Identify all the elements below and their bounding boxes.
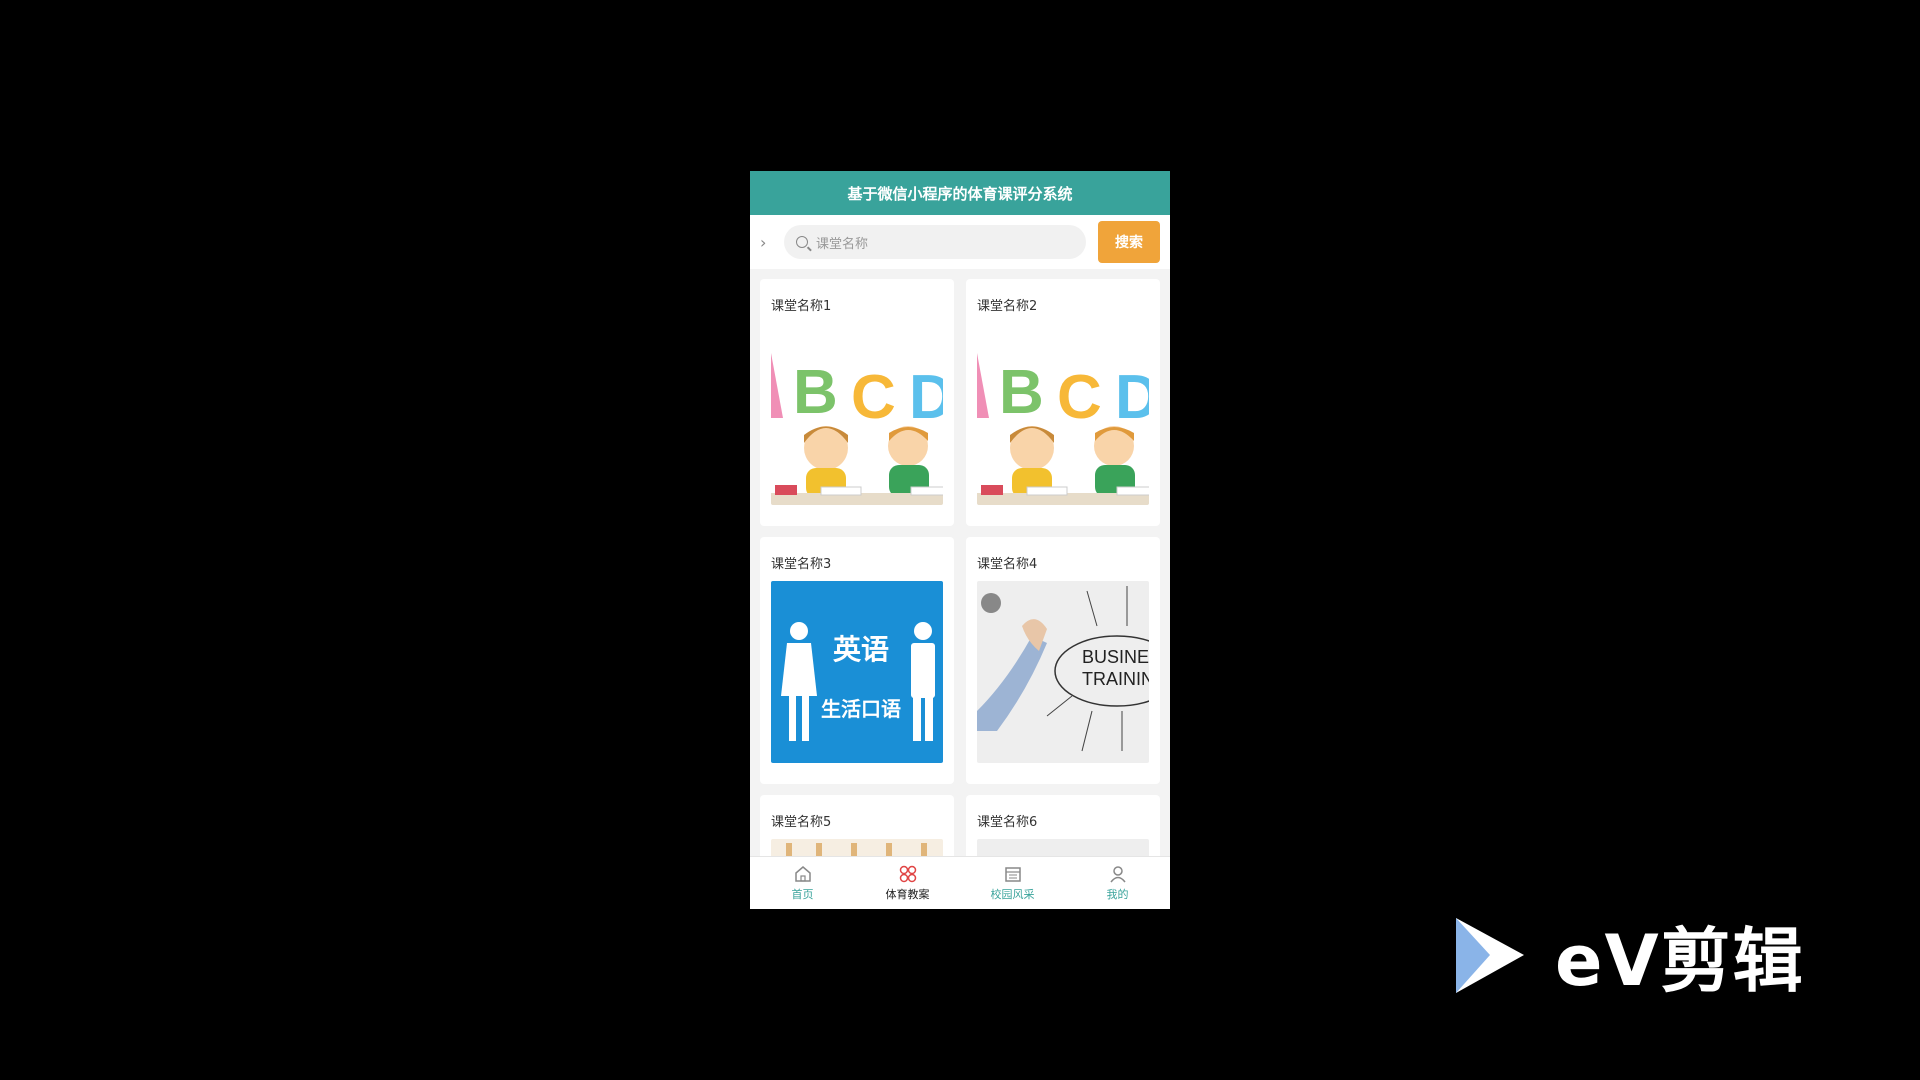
tab-label: 体育教案 — [885, 888, 930, 901]
svg-text:C: C — [851, 363, 896, 432]
app-title: 基于微信小程序的体育课评分系统 — [847, 184, 1073, 203]
english-big-text: 英语 — [833, 633, 889, 666]
ev-logo-text: eV剪辑 — [1555, 920, 1805, 1002]
bottom-tab-bar: 首页 体育教案 校园风采 我的 — [750, 856, 1170, 909]
grid-icon — [899, 865, 916, 883]
course-card[interactable]: 课堂名称5 — [760, 795, 954, 857]
course-card[interactable]: 课堂名称2 B C D — [966, 279, 1160, 526]
chevron-right-icon[interactable]: › — [760, 233, 778, 252]
svg-text:B: B — [793, 358, 838, 427]
svg-text:TRAINING: TRAINING — [1082, 669, 1149, 689]
course-thumbnail-kids-abc[interactable]: B C D — [977, 323, 1149, 505]
svg-text:BUSINESS: BUSINESS — [1082, 647, 1149, 667]
course-title: 课堂名称5 — [771, 815, 832, 830]
tab-mine[interactable]: 我的 — [1065, 857, 1170, 909]
tab-sports-plans[interactable]: 体育教案 — [855, 857, 960, 909]
search-input[interactable]: 课堂名称 — [784, 225, 1086, 259]
course-title: 课堂名称1 — [771, 299, 832, 314]
business-illustration: BUSINESS TRAINING — [977, 586, 1149, 752]
svg-text:B: B — [999, 358, 1044, 427]
course-thumbnail-english[interactable]: 英语 生活口语 — [771, 581, 943, 763]
course-thumbnail-5[interactable] — [771, 839, 943, 857]
course-thumbnail-business[interactable]: BUSINESS TRAINING — [977, 581, 1149, 763]
course-title: 课堂名称3 — [771, 557, 832, 572]
kids-illustration: B C D — [771, 353, 943, 505]
course-title: 课堂名称6 — [977, 815, 1038, 830]
course-card[interactable]: 课堂名称6 — [966, 795, 1160, 857]
course-title: 课堂名称4 — [977, 557, 1038, 572]
svg-text:C: C — [1057, 363, 1102, 432]
tab-campus[interactable]: 校园风采 — [960, 857, 1065, 909]
search-button[interactable]: 搜索 — [1098, 221, 1160, 263]
course-card[interactable]: 课堂名称3 英语 生活口语 — [760, 537, 954, 784]
svg-text:D: D — [909, 363, 943, 432]
tab-home[interactable]: 首页 — [750, 857, 855, 909]
english-small-text: 生活口语 — [821, 697, 901, 721]
home-icon — [794, 866, 811, 882]
course-title: 课堂名称2 — [977, 299, 1038, 314]
app-title-bar: 基于微信小程序的体育课评分系统 — [750, 171, 1170, 215]
kids-illustration: B C D — [977, 353, 1149, 505]
phone-screen: 基于微信小程序的体育课评分系统 › 课堂名称 搜索 课堂名称1 B C D 课堂… — [750, 171, 1170, 909]
search-placeholder: 课堂名称 — [816, 236, 869, 252]
search-icon — [796, 236, 808, 248]
search-bar: › 课堂名称 搜索 — [750, 215, 1170, 269]
tab-label: 校园风采 — [990, 888, 1035, 901]
tab-label: 我的 — [1106, 888, 1129, 901]
user-icon — [1109, 866, 1126, 883]
svg-text:D: D — [1115, 363, 1149, 432]
pattern-illustration — [786, 843, 927, 857]
calendar-icon — [1004, 867, 1021, 882]
course-thumbnail-6[interactable] — [977, 839, 1149, 857]
play-logo-icon — [1456, 918, 1524, 993]
ev-edit-watermark: eV剪辑 — [1450, 905, 1805, 1006]
course-grid: 课堂名称1 B C D 课堂名称2 B C D 课堂名称3 英语 生活口语 课堂… — [750, 269, 1170, 857]
course-card[interactable]: 课堂名称4 BUSINESS TRAINING — [966, 537, 1160, 784]
course-thumbnail-kids-abc[interactable]: B C D — [771, 323, 943, 505]
course-card[interactable]: 课堂名称1 B C D — [760, 279, 954, 526]
english-illustration: 英语 生活口语 — [781, 622, 935, 741]
tab-label: 首页 — [791, 888, 814, 901]
